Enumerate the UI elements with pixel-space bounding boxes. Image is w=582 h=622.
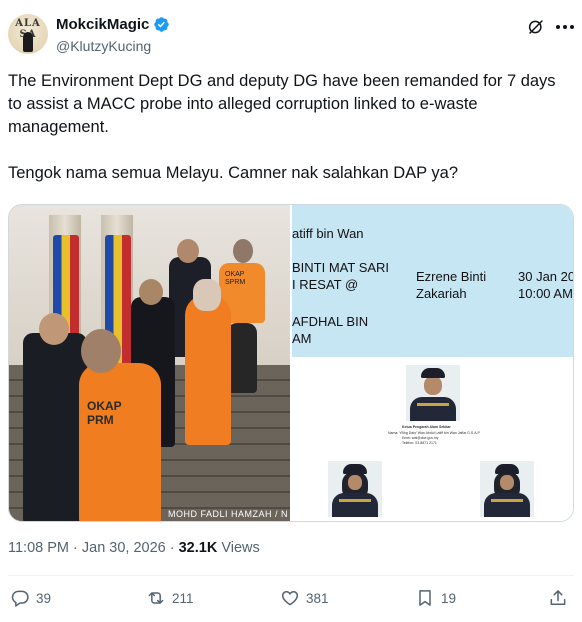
reply-count: 39 [36,590,52,606]
tweet-paragraph-2: Tengok nama semua Melayu. Camner nak sal… [8,164,459,182]
views-label: Views [217,540,260,556]
officer-photo [406,365,460,421]
share-icon [550,590,566,605]
action-bar: 39 211 381 19 [8,588,574,612]
reply-button[interactable]: 39 [10,588,51,608]
doc-officer-name-line1: Ezrene Binti [416,269,487,284]
tweet-text: The Environment Dept DG and deputy DG ha… [8,70,568,185]
officer-caption-line4: Telefon: 03-8871 2171 [402,441,437,445]
person-head [39,313,69,345]
bookmark-button[interactable]: 19 [415,588,456,608]
document-table: atiff bin Wan BINTI MAT SARI I RESAT @ A… [292,205,574,357]
doc-row2-name-line1: BINTI MAT SARI [292,260,390,275]
author-display-name[interactable]: MokcikMagic [56,16,149,33]
person-head-blurred [193,279,221,311]
person-head [177,239,199,263]
suspect-back-shirt-text: OKAP SPRM [225,271,246,286]
suspect-woman-figure [185,295,231,445]
officer-figure [23,333,87,521]
avatar-figure [23,32,33,52]
grok-icon[interactable] [527,18,545,36]
repost-button[interactable]: 211 [146,588,194,608]
suspect-back-legs [227,323,257,393]
tweet-header: ALA SA MokcikMagic @KlutzyKucing [8,10,574,58]
views-count: 32.1K [178,540,218,556]
repost-count: 211 [172,590,194,606]
suspect-front-shirt-text: OKAP PRM [87,399,122,427]
officer-photo [328,461,382,517]
doc-row3-name-line1: AFDHAL BIN [292,314,369,329]
person-head-blurred [233,239,253,263]
doc-officer-name-line2: Zakariah [416,286,467,301]
author-handle[interactable]: @KlutzyKucing [56,38,151,54]
author-name-row: MokcikMagic [56,16,170,33]
suspect-front-figure: OKAP PRM [79,363,161,521]
tweet-meta: 11:08 PM · Jan 30, 2026 · 32.1K Views [8,540,260,556]
officer-photo [480,461,534,517]
tweet-media[interactable]: OKAP SPRM OKAP PRM MOHD FADLI HAMZAH / N… [8,204,574,522]
doc-row3-name-line2: AM [292,331,312,346]
share-button[interactable] [548,588,568,608]
news-photo[interactable]: OKAP SPRM OKAP PRM MOHD FADLI HAMZAH / N [9,205,290,521]
photo-caption: MOHD FADLI HAMZAH / N [167,509,288,519]
bookmark-icon [419,590,431,606]
bookmark-count: 19 [441,590,457,606]
like-icon [281,591,299,606]
divider [8,575,574,576]
like-button[interactable]: 381 [280,588,329,608]
officer-caption-title: Ketua Pengarah Alam Sekitar [402,425,451,429]
tweet-paragraph-1: The Environment Dept DG and deputy DG ha… [8,72,556,136]
person-head-blurred [81,329,121,373]
more-options-icon[interactable] [556,25,574,31]
person-head [139,279,163,305]
doc-date: 30 Jan 20 [518,269,574,284]
doc-row1-name: atiff bin Wan [292,226,364,241]
document-image[interactable]: atiff bin Wan BINTI MAT SARI I RESAT @ A… [292,205,574,521]
doc-row2-name-line2: I RESAT @ [292,277,359,292]
tweet-timestamp[interactable]: 11:08 PM · Jan 30, 2026 · [8,540,179,556]
avatar[interactable]: ALA SA [8,14,48,54]
verified-badge-icon [154,17,170,32]
reply-icon [11,590,29,607]
repost-icon [148,592,164,604]
like-count: 381 [306,590,329,606]
doc-time: 10:00 AM [518,286,573,301]
